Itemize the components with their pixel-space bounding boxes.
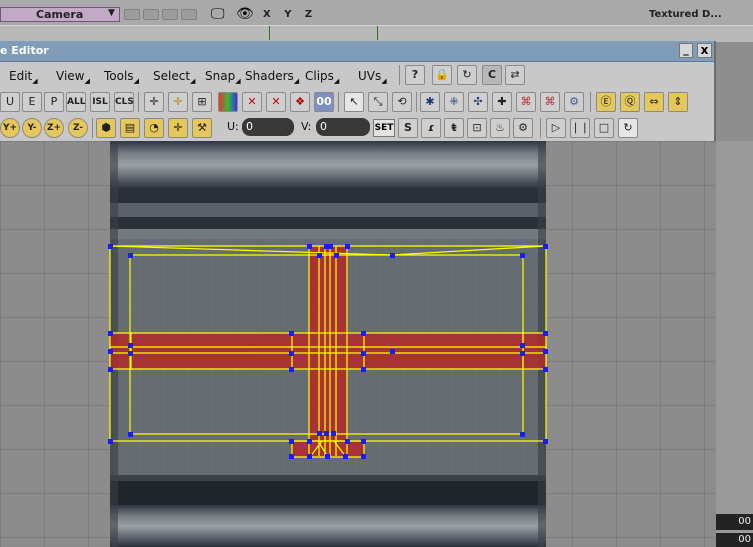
grid-snap-icon[interactable]: ✛ — [144, 92, 164, 112]
menu-shaders[interactable]: Shaders◢ — [245, 69, 299, 85]
lock-icon[interactable]: 🔒 — [432, 65, 452, 85]
layout-toggle-4[interactable] — [181, 9, 197, 20]
relax-icon[interactable]: ⚙ — [564, 92, 584, 112]
side-panel — [716, 141, 753, 547]
pause-icon[interactable]: ❘❘ — [570, 118, 590, 138]
axis-z-minus-button[interactable]: Z- — [68, 118, 88, 138]
planar-project-icon[interactable]: ▤ — [120, 118, 140, 138]
edge-snap-icon[interactable]: ⊞ — [192, 92, 212, 112]
layout-toggle-2[interactable] — [143, 9, 159, 20]
layout-toggle-1[interactable] — [124, 9, 140, 20]
axis-y-plus-button[interactable]: Y+ — [0, 118, 20, 138]
help-icon[interactable]: ? — [405, 65, 425, 85]
spherical-project-icon[interactable]: ◔ — [144, 118, 164, 138]
color-icon[interactable] — [218, 92, 238, 112]
axis-y-minus-button[interactable]: Y- — [22, 118, 42, 138]
menu-view[interactable]: View◢ — [56, 69, 90, 85]
display-mode-icon[interactable]: 00 — [314, 92, 334, 112]
separator — [92, 118, 93, 138]
add-icon[interactable]: ✚ — [492, 92, 512, 112]
select-island-button[interactable]: ISL — [90, 92, 110, 112]
cube-project-icon[interactable]: ⬢ — [96, 118, 116, 138]
expand-icon[interactable]: ✱ — [420, 92, 440, 112]
options-icon[interactable]: ⚙ — [513, 118, 533, 138]
menu-snap[interactable]: Snap◢ — [205, 69, 241, 85]
vertex-snap-icon[interactable]: ✛ — [168, 92, 188, 112]
axes-label[interactable]: X Y Z — [263, 9, 317, 20]
select-e-icon[interactable]: E — [22, 92, 42, 112]
separator — [138, 92, 139, 112]
monitor-icon[interactable]: 🖵 — [211, 6, 225, 22]
menu-edit[interactable]: Edit◢ — [9, 69, 38, 85]
separator — [590, 92, 591, 112]
menu-uvs[interactable]: UVs◢ — [358, 69, 387, 85]
side-value-field[interactable]: 00 — [716, 514, 753, 530]
chevron-down-icon[interactable]: ▼ — [108, 8, 115, 18]
close-button[interactable]: x — [697, 43, 712, 58]
move-tool-icon[interactable]: ⤡ — [368, 92, 388, 112]
loop-icon[interactable]: ↻ — [618, 118, 638, 138]
cylindrical-project-icon[interactable]: ✛ — [168, 118, 188, 138]
fit-u-icon[interactable]: ⌘ — [516, 92, 536, 112]
uv-view[interactable] — [0, 141, 716, 547]
eye-icon[interactable]: 👁 — [236, 6, 254, 22]
rotate-uv-icon[interactable]: ❖ — [290, 92, 310, 112]
menu-select[interactable]: Select◢ — [153, 69, 195, 85]
v-input[interactable]: 0 — [316, 118, 370, 136]
axis-z-plus-button[interactable]: Z+ — [44, 118, 64, 138]
separator — [338, 92, 339, 112]
select-cluster-button[interactable]: CLS — [114, 92, 134, 112]
select-all-button[interactable]: ALL — [66, 92, 86, 112]
select-p-icon[interactable]: P — [44, 92, 64, 112]
layout-toggle-3[interactable] — [162, 9, 178, 20]
zoom-fit-icon[interactable]: Ⓠ — [620, 92, 640, 112]
texture-editor-window: e Editor _ x Edit◢ View◢ Tools◢ Select◢ … — [0, 41, 716, 141]
camera-label: Camera — [36, 8, 84, 21]
separator — [416, 92, 417, 112]
refresh-icon[interactable]: ↻ — [457, 65, 477, 85]
mirror-icon[interactable]: ✕ — [266, 92, 286, 112]
title-bar[interactable]: e Editor _ x — [0, 41, 714, 62]
v-label: V: — [301, 120, 312, 133]
weld-icon[interactable]: ⊡ — [467, 118, 487, 138]
unwrap-icon[interactable]: ⚒ — [192, 118, 212, 138]
window-title: e Editor — [0, 44, 49, 57]
align-horizontal-icon[interactable]: ✣ — [468, 92, 488, 112]
separator — [399, 65, 400, 85]
select-u-icon[interactable]: U — [0, 92, 20, 112]
pin-icon[interactable]: ɾ — [421, 118, 441, 138]
flip-icon[interactable]: ✕ — [242, 92, 262, 112]
scale-tool-icon[interactable]: ⟲ — [392, 92, 412, 112]
ruler-marker — [269, 26, 270, 40]
set-button[interactable]: SET — [373, 119, 395, 137]
uv-canvas[interactable] — [0, 141, 716, 547]
side-value-field[interactable]: 00 — [716, 533, 753, 547]
minimize-button[interactable]: _ — [679, 43, 693, 58]
tear-icon[interactable]: ŧ — [444, 118, 464, 138]
ruler-marker — [377, 26, 378, 40]
timeline-ruler — [0, 25, 753, 42]
clip-c-icon[interactable]: C — [482, 65, 502, 85]
zoom-icon[interactable]: Ⓔ — [596, 92, 616, 112]
swap-icon[interactable]: ⇄ — [505, 65, 525, 85]
menu-tools[interactable]: Tools◢ — [104, 69, 139, 85]
pointer-tool-icon[interactable]: ↖ — [344, 92, 364, 112]
stop-icon[interactable]: □ — [594, 118, 614, 138]
frame-horizontal-icon[interactable]: ⇔ — [644, 92, 664, 112]
stitch-icon[interactable]: S — [398, 118, 418, 138]
u-label: U: — [227, 120, 239, 133]
fit-v-icon[interactable]: ⌘ — [540, 92, 560, 112]
align-vertical-icon[interactable]: ⁜ — [444, 92, 464, 112]
paint-icon[interactable]: ♨ — [490, 118, 510, 138]
frame-vertical-icon[interactable]: ⇕ — [668, 92, 688, 112]
menu-clips[interactable]: Clips◢ — [305, 69, 339, 85]
u-input[interactable]: 0 — [242, 118, 294, 136]
play-icon[interactable]: ▷ — [546, 118, 566, 138]
render-mode-menu[interactable]: Textured D... — [649, 9, 722, 20]
separator — [540, 118, 541, 138]
